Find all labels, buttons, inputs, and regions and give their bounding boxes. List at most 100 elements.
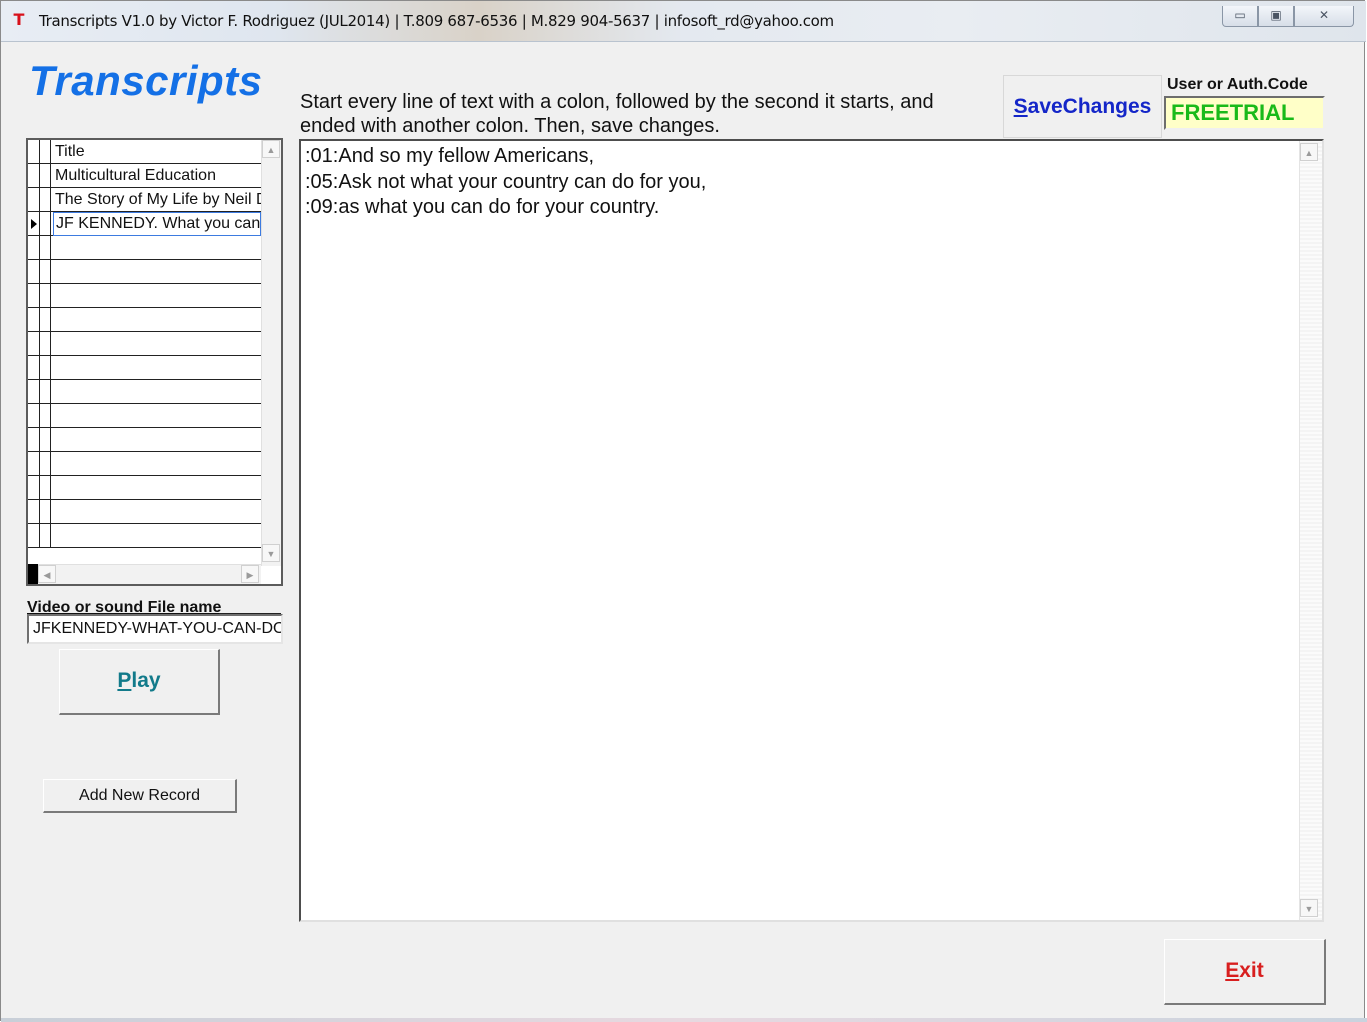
row-gutter bbox=[40, 212, 51, 235]
title-cell[interactable]: JF KENNEDY. What you can bbox=[53, 212, 261, 236]
file-name-field[interactable]: JFKENNEDY-WHAT-YOU-CAN-DO bbox=[27, 614, 283, 644]
minimize-icon: ▭ bbox=[1234, 8, 1246, 22]
app-window: T Transcripts V1.0 by Victor F. Rodrigue… bbox=[0, 0, 1367, 1022]
row-gutter bbox=[40, 428, 51, 451]
row-gutter bbox=[40, 380, 51, 403]
transcript-scrollbar[interactable] bbox=[1299, 141, 1322, 920]
transcript-line: :05:Ask not what your country can do for… bbox=[305, 170, 707, 193]
row-gutter bbox=[40, 188, 51, 211]
title-cell[interactable] bbox=[53, 284, 261, 308]
table-row[interactable] bbox=[28, 500, 261, 524]
play-accel-key: P bbox=[117, 669, 132, 692]
table-row[interactable]: JF KENNEDY. What you can bbox=[28, 212, 261, 236]
row-selector[interactable] bbox=[28, 188, 40, 211]
row-selector[interactable] bbox=[28, 404, 40, 427]
exit-accel-key: E bbox=[1225, 959, 1240, 982]
row-selector[interactable] bbox=[28, 452, 40, 475]
save-accel-key: S bbox=[1013, 95, 1028, 118]
table-row[interactable]: The Story of My Life by Neil D bbox=[28, 188, 261, 212]
save-changes-button[interactable]: SaveChanges bbox=[1003, 75, 1162, 138]
window-bottom-edge bbox=[1, 1018, 1367, 1022]
transcript-line: :01:And so my fellow Americans, bbox=[305, 145, 595, 167]
scroll-right-icon[interactable]: ▶ bbox=[241, 565, 259, 583]
title-cell[interactable]: The Story of My Life by Neil D bbox=[53, 188, 261, 212]
title-cell[interactable] bbox=[53, 380, 261, 404]
title-cell[interactable] bbox=[53, 332, 261, 356]
close-button[interactable]: ✕ bbox=[1294, 6, 1354, 27]
transcript-textarea[interactable]: :01:And so my fellow Americans, :05:Ask n… bbox=[299, 139, 1324, 922]
row-selector[interactable] bbox=[28, 356, 40, 379]
table-row[interactable] bbox=[28, 284, 261, 308]
close-icon: ✕ bbox=[1318, 8, 1330, 22]
scroll-up-icon[interactable]: ▲ bbox=[262, 140, 280, 158]
transcript-scroll-up-icon[interactable]: ▲ bbox=[1300, 143, 1318, 161]
window-title: Transcripts V1.0 by Victor F. Rodriguez … bbox=[39, 12, 834, 30]
row-selector[interactable] bbox=[28, 164, 40, 187]
column-header-title: Title bbox=[55, 143, 85, 160]
row-selector[interactable] bbox=[28, 308, 40, 331]
title-cell[interactable]: Multicultural Education bbox=[53, 164, 261, 188]
row-gutter bbox=[40, 524, 51, 547]
row-gutter bbox=[40, 404, 51, 427]
exit-button-label: xit bbox=[1239, 959, 1264, 982]
table-row[interactable] bbox=[28, 404, 261, 428]
add-new-record-button[interactable]: Add New Record bbox=[43, 779, 237, 813]
title-cell[interactable] bbox=[53, 236, 261, 260]
maximize-button[interactable]: ▣ bbox=[1258, 6, 1294, 27]
title-cell[interactable] bbox=[53, 452, 261, 476]
row-selector[interactable] bbox=[28, 476, 40, 499]
row-gutter bbox=[40, 332, 51, 355]
row-gutter bbox=[40, 308, 51, 331]
row-selector[interactable] bbox=[28, 332, 40, 355]
row-gutter bbox=[40, 164, 51, 187]
grid-horizontal-scrollbar[interactable]: ◀ ▶ bbox=[28, 564, 261, 584]
table-row[interactable] bbox=[28, 308, 261, 332]
title-cell[interactable] bbox=[53, 356, 261, 380]
scroll-left-icon[interactable]: ◀ bbox=[38, 565, 56, 583]
table-row[interactable] bbox=[28, 236, 261, 260]
title-cell[interactable] bbox=[53, 476, 261, 500]
scroll-down-icon[interactable]: ▼ bbox=[262, 544, 280, 562]
row-selector[interactable] bbox=[28, 140, 40, 163]
instructions-text: Start every line of text with a colon, f… bbox=[300, 91, 934, 137]
title-cell[interactable] bbox=[53, 404, 261, 428]
title-cell[interactable] bbox=[53, 308, 261, 332]
user-auth-field[interactable]: FREETRIAL bbox=[1164, 96, 1325, 130]
table-row[interactable] bbox=[28, 380, 261, 404]
row-selector[interactable] bbox=[28, 212, 40, 235]
records-grid[interactable]: Title Multicultural Education The Story of… bbox=[26, 138, 283, 586]
app-icon: T bbox=[13, 10, 25, 29]
title-cell[interactable] bbox=[53, 500, 261, 524]
grid-header-row: Title bbox=[28, 140, 261, 164]
row-selector[interactable] bbox=[28, 524, 40, 547]
row-gutter bbox=[40, 236, 51, 259]
grid-vertical-scrollbar[interactable]: ▲ ▼ bbox=[261, 140, 281, 566]
row-selector[interactable] bbox=[28, 236, 40, 259]
table-row[interactable] bbox=[28, 452, 261, 476]
table-row[interactable] bbox=[28, 356, 261, 380]
title-cell[interactable] bbox=[53, 524, 261, 548]
table-row[interactable]: Multicultural Education bbox=[28, 164, 261, 188]
transcript-scroll-down-icon[interactable]: ▼ bbox=[1300, 899, 1318, 917]
exit-button[interactable]: Exit bbox=[1164, 939, 1326, 1005]
title-bar[interactable]: T Transcripts V1.0 by Victor F. Rodrigue… bbox=[1, 1, 1366, 42]
play-button-label: lay bbox=[131, 669, 161, 692]
table-row[interactable] bbox=[28, 428, 261, 452]
title-cell[interactable] bbox=[53, 260, 261, 284]
user-auth-label: User or Auth.Code bbox=[1167, 76, 1308, 93]
table-row[interactable] bbox=[28, 476, 261, 500]
row-selector[interactable] bbox=[28, 284, 40, 307]
table-row[interactable] bbox=[28, 332, 261, 356]
row-gutter bbox=[40, 500, 51, 523]
table-row[interactable] bbox=[28, 524, 261, 548]
play-button[interactable]: Play bbox=[59, 649, 220, 715]
row-selector[interactable] bbox=[28, 260, 40, 283]
current-row-arrow-icon bbox=[31, 219, 37, 229]
minimize-button[interactable]: ▭ bbox=[1222, 6, 1258, 27]
row-selector[interactable] bbox=[28, 380, 40, 403]
row-selector[interactable] bbox=[28, 500, 40, 523]
row-selector[interactable] bbox=[28, 428, 40, 451]
title-cell[interactable] bbox=[53, 428, 261, 452]
table-row[interactable] bbox=[28, 260, 261, 284]
transcript-lines: :01:And so my fellow Americans, :05:Ask n… bbox=[305, 144, 706, 221]
